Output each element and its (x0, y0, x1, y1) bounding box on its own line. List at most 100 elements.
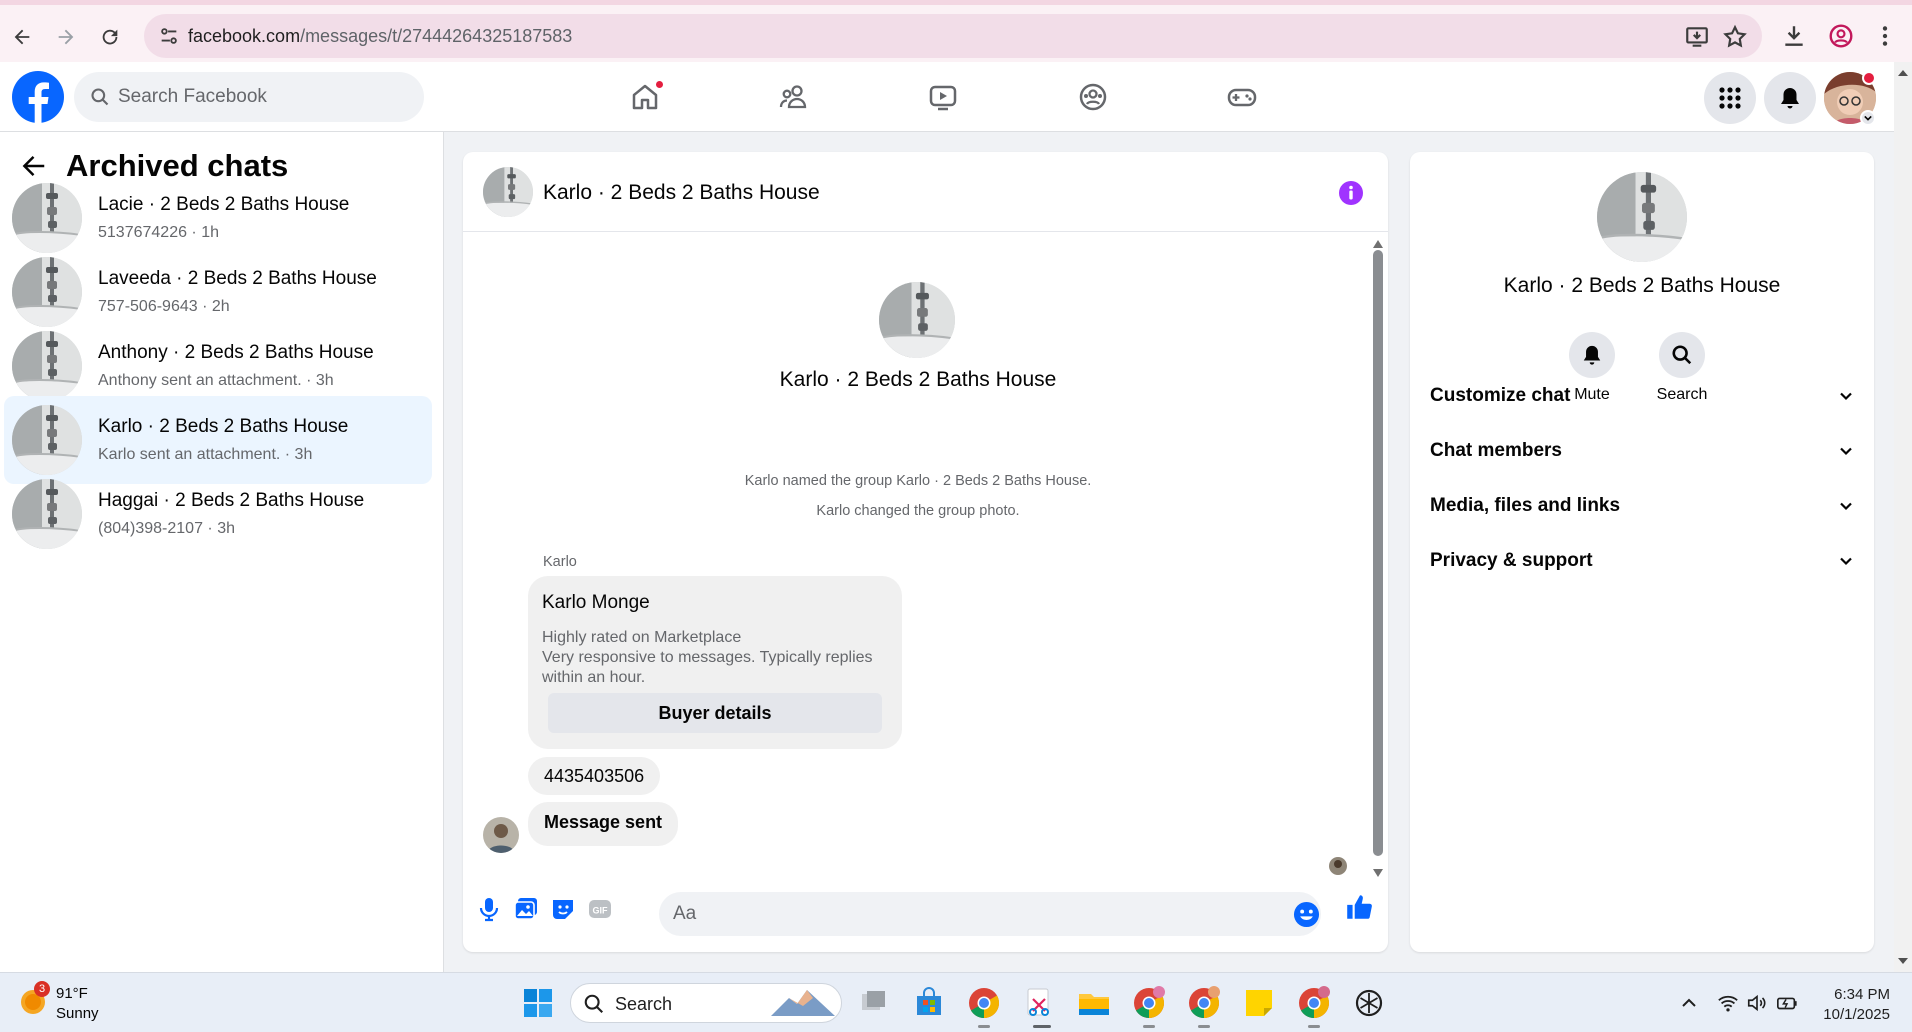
chat-avatar (12, 479, 82, 549)
chat-name: Lacie · 2 Beds 2 Baths House (98, 194, 350, 215)
gaming-icon (1227, 88, 1257, 107)
chevron-down-icon (1840, 557, 1852, 566)
wifi-icon[interactable] (1717, 992, 1739, 1014)
details-section[interactable]: Media, files and links (1430, 482, 1854, 530)
svg-text:GIF: GIF (593, 906, 609, 916)
system-message: Karlo changed the group photo. (816, 503, 1020, 519)
install-app-icon[interactable] (1684, 24, 1710, 50)
sticky-notes-icon[interactable] (1241, 985, 1277, 1021)
chat-preview: Karlo sent an attachment. · 3h (98, 446, 313, 463)
store-icon[interactable] (911, 985, 947, 1021)
microphone-icon[interactable] (475, 895, 503, 923)
conversation-title[interactable]: Karlo · 2 Beds 2 Baths House (543, 181, 820, 205)
back-arrow-icon[interactable] (4, 19, 40, 55)
details-section[interactable]: Customize chat (1430, 372, 1854, 420)
menu-button[interactable] (1704, 72, 1756, 124)
card-line: Highly rated on Marketplace (542, 629, 742, 646)
search-input[interactable] (118, 72, 408, 122)
facebook-search[interactable] (74, 72, 424, 122)
chat-preview: (804)398-2107 · 3h (98, 520, 235, 537)
notifications-button[interactable] (1764, 72, 1816, 124)
chrome-icon[interactable] (966, 985, 1002, 1021)
windows-start-icon[interactable] (520, 985, 556, 1021)
windows-taskbar: 3 91°F Sunny Search 6:34 PM 10/1/2025 (0, 972, 1912, 1032)
section-label: Privacy & support (1430, 550, 1593, 571)
emoji-icon[interactable] (1293, 901, 1320, 928)
details-avatar[interactable] (1597, 172, 1687, 262)
chrome-profile-icon[interactable] (1131, 985, 1167, 1021)
chevron-down-icon[interactable] (1860, 110, 1876, 126)
message-bubble[interactable]: 4435403506 (528, 757, 661, 795)
card-name: Karlo Monge (542, 592, 650, 613)
profile-icon[interactable] (1828, 23, 1854, 49)
friends-icon (779, 85, 807, 109)
message-input[interactable] (673, 892, 1253, 936)
chat-preview: Anthony sent an attachment. · 3h (98, 372, 334, 389)
task-view-icon[interactable] (856, 985, 892, 1021)
message-input-wrapper[interactable] (659, 892, 1321, 936)
chevron-down-icon (1840, 502, 1852, 511)
snipping-tool-icon[interactable] (1021, 985, 1057, 1021)
taskbar-search-label: Search (615, 994, 673, 1014)
nav-video[interactable] (923, 77, 963, 117)
intro-title: Karlo · 2 Beds 2 Baths House (779, 368, 1057, 391)
nav-gaming[interactable] (1222, 77, 1262, 117)
reload-icon[interactable] (92, 19, 128, 55)
sender-avatar (483, 817, 519, 853)
downloads-icon[interactable] (1781, 23, 1807, 49)
scroll-down-arrow-icon[interactable] (1894, 954, 1912, 968)
site-settings-icon[interactable] (158, 25, 180, 47)
volume-icon[interactable] (1746, 992, 1768, 1014)
bookmark-star-icon[interactable] (1722, 24, 1748, 50)
chatgpt-icon[interactable] (1351, 985, 1387, 1021)
chat-avatar (12, 257, 82, 327)
chevron-up-icon[interactable] (1680, 994, 1698, 1012)
nav-groups[interactable] (1073, 77, 1113, 117)
photo-icon[interactable] (512, 895, 540, 923)
chat-avatar (12, 405, 82, 475)
more-menu-icon[interactable] (1872, 23, 1898, 49)
browser-toolbar: facebook.com/messages/t/2744426432518758… (0, 0, 1912, 62)
taskbar-search[interactable]: Search (570, 983, 842, 1023)
buyer-details-button[interactable]: Buyer details (548, 693, 882, 733)
nav-home[interactable] (625, 77, 665, 117)
group-avatar[interactable] (483, 167, 533, 217)
weather-badge: 3 (34, 981, 50, 997)
address-bar[interactable]: facebook.com/messages/t/2744426432518758… (144, 14, 1762, 58)
bell-icon (1781, 88, 1799, 109)
bell-icon (1583, 345, 1601, 365)
chat-name: Karlo · 2 Beds 2 Baths House (98, 416, 349, 437)
chat-avatar (12, 331, 82, 401)
facebook-header (0, 62, 1912, 132)
chat-avatar (12, 183, 82, 253)
file-explorer-icon[interactable] (1076, 985, 1112, 1021)
clock[interactable]: 6:34 PM 10/1/2025 (1810, 985, 1890, 1025)
chat-list-item[interactable]: Haggai · 2 Beds 2 Baths House (804)398-21… (4, 470, 432, 558)
message-bubble[interactable]: Message sent (528, 802, 679, 846)
marketplace-profile-card: Karlo Monge Highly rated on Marketplace … (528, 576, 902, 749)
search-icon (584, 994, 603, 1013)
scrollbar-thumb[interactable] (1373, 250, 1383, 856)
details-name: Karlo · 2 Beds 2 Baths House (1503, 274, 1781, 297)
scroll-up-arrow-icon[interactable] (1894, 66, 1912, 80)
chrome-profile-icon[interactable] (1296, 985, 1332, 1021)
page-scrollbar[interactable] (1894, 62, 1912, 972)
battery-icon[interactable] (1776, 992, 1798, 1014)
search-icon (1672, 345, 1692, 365)
forward-arrow-icon[interactable] (48, 19, 84, 55)
grid-menu-icon (1719, 87, 1741, 109)
notification-dot (654, 79, 665, 90)
sticker-icon[interactable] (549, 895, 577, 923)
chevron-down-icon (1840, 447, 1852, 456)
thumbs-up-icon[interactable] (1344, 892, 1374, 922)
message-thread[interactable]: Karlo · 2 Beds 2 Baths House Karlo named… (463, 232, 1388, 877)
gif-icon[interactable]: GIF (586, 895, 614, 923)
details-section[interactable]: Chat members (1430, 427, 1854, 475)
details-section[interactable]: Privacy & support (1430, 537, 1854, 585)
facebook-logo-icon[interactable] (12, 71, 64, 123)
chrome-profile-icon[interactable] (1186, 985, 1222, 1021)
info-icon[interactable] (1338, 180, 1364, 206)
section-label: Media, files and links (1430, 495, 1621, 516)
clock-time: 6:34 PM (1834, 986, 1890, 1003)
nav-friends[interactable] (774, 77, 814, 117)
